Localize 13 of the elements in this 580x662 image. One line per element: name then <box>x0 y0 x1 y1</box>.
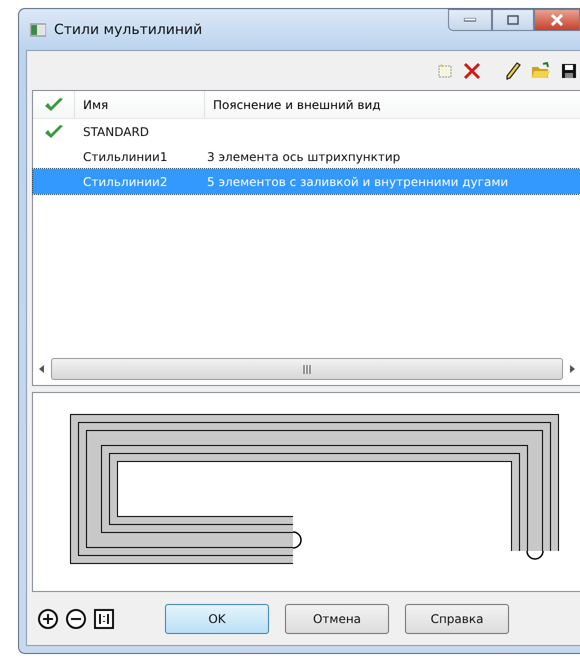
window-title: Стили мультилиний <box>54 22 202 38</box>
column-header[interactable]: Имя <box>83 98 108 112</box>
style-row[interactable]: STANDARD <box>33 119 580 144</box>
dialog-button[interactable]: OK <box>165 604 269 634</box>
style-name: Стильлинии2 <box>83 174 168 188</box>
dialog-button[interactable]: Отмена <box>285 604 389 634</box>
style-name: Стильлинии1 <box>83 150 168 164</box>
column-header[interactable]: Пояснение и внешний вид <box>213 98 381 112</box>
style-description: 5 элементов с заливкой и внутренними дугами <box>207 174 508 188</box>
dialog-button[interactable]: Справка <box>405 604 509 634</box>
style-row[interactable]: Стильлинии1 3 элемента ось штрихпунктир <box>33 144 580 169</box>
style-description: 3 элемента ось штрихпунктир <box>207 150 400 164</box>
style-name: STANDARD <box>83 124 150 138</box>
